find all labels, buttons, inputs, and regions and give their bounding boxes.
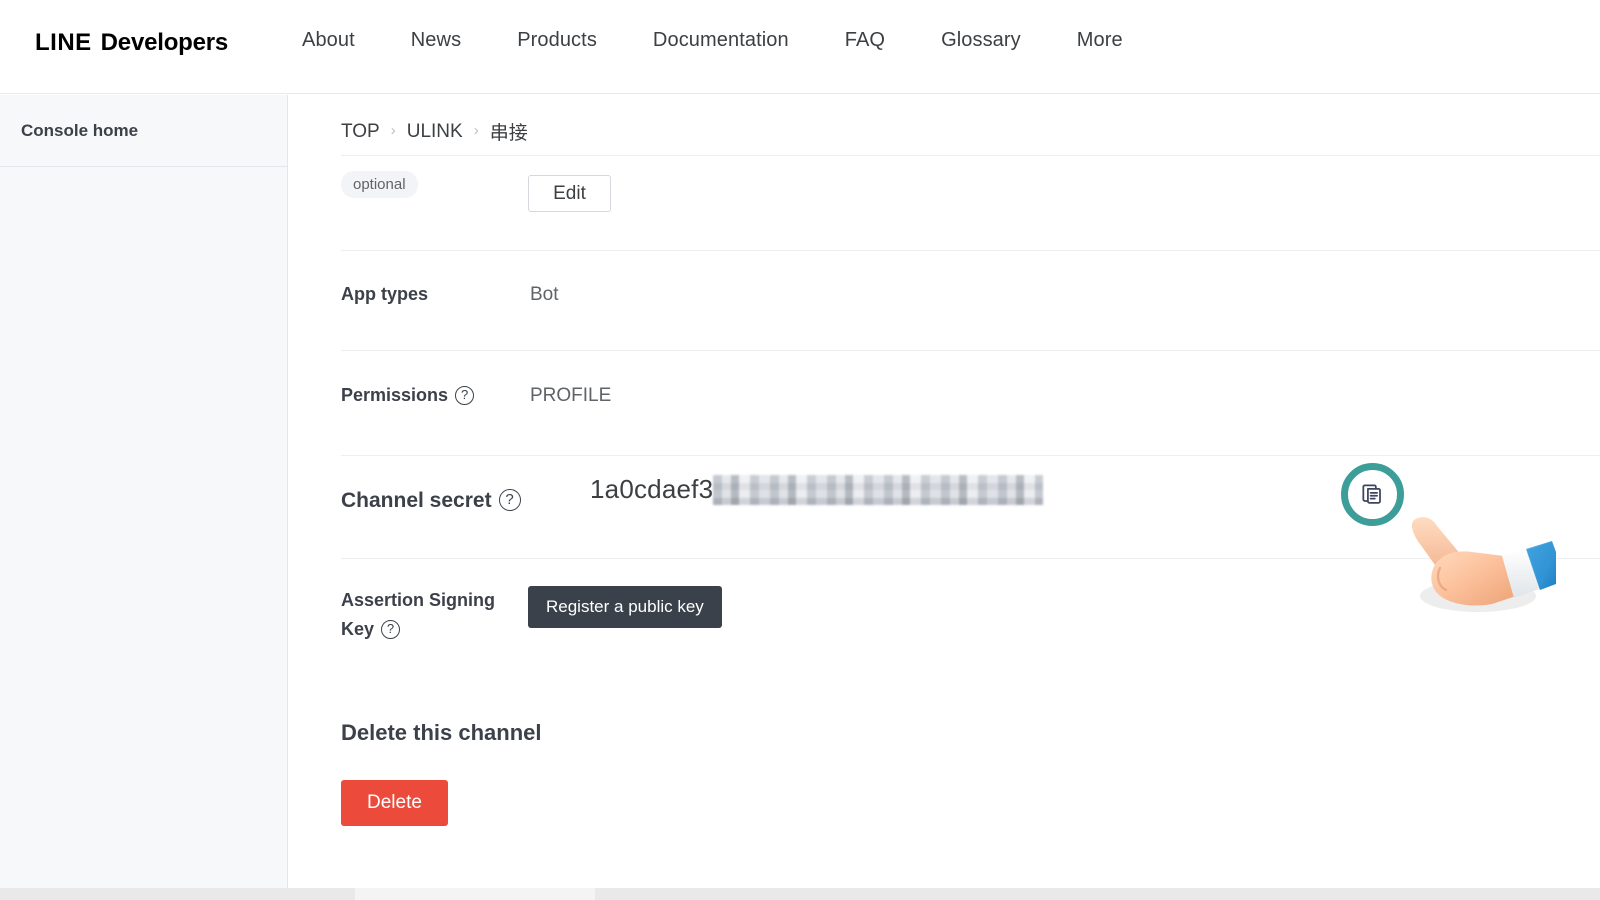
main-content: TOP › ULINK › 串接 optional Edit App types… [289, 95, 1600, 888]
brand-developers-text: Developers [100, 29, 229, 56]
nav-item-documentation[interactable]: Documentation [653, 29, 789, 52]
question-mark-circle-icon[interactable]: ? [498, 489, 521, 512]
channel-secret-label-text: Channel secret [341, 489, 492, 512]
nav-item-about[interactable]: About [302, 29, 355, 52]
permissions-label: Permissions? [341, 381, 526, 409]
breadcrumb-item-current: 串接 [489, 123, 528, 144]
edit-button[interactable]: Edit [528, 175, 611, 212]
pointing-hand-cursor-icon [1406, 512, 1556, 617]
divider [341, 455, 1600, 456]
breadcrumb-item-ulink[interactable]: ULINK [407, 121, 463, 143]
nav-item-news[interactable]: News [411, 29, 461, 52]
app-types-label: App types [341, 284, 429, 304]
brand-line-text: LINE [35, 29, 92, 56]
site-header: LINE Developers About News Products Docum… [0, 0, 1600, 94]
permissions-value: PROFILE [530, 385, 612, 406]
horizontal-scrollbar-track[interactable] [0, 888, 1600, 900]
channel-secret-redacted-mask [713, 474, 1044, 505]
question-mark-circle-icon[interactable]: ? [455, 385, 475, 405]
chevron-right-icon: › [473, 122, 479, 139]
sidebar-item-console-home[interactable]: Console home [0, 95, 287, 167]
nav-item-products[interactable]: Products [517, 29, 597, 52]
breadcrumb: TOP › ULINK › 串接 [341, 118, 528, 145]
divider [341, 155, 1600, 156]
sidebar-item-label: Console home [21, 120, 139, 140]
channel-secret-visible-text: 1a0cdaef3 [590, 474, 714, 504]
status-badge-optional: optional [341, 171, 418, 198]
assertion-signing-key-label: Assertion Signing Key? [341, 586, 521, 644]
copy-channel-secret-button[interactable] [1341, 463, 1404, 526]
divider [341, 350, 1600, 351]
app-types-value: Bot [530, 284, 559, 305]
breadcrumb-item-top[interactable]: TOP [341, 121, 380, 143]
sidebar: Console home [0, 95, 288, 888]
question-mark-circle-icon[interactable]: ? [381, 619, 401, 639]
divider [341, 250, 1600, 251]
register-public-key-button[interactable]: Register a public key [528, 586, 722, 628]
assertion-key-label-line2: Key [341, 619, 375, 639]
divider [341, 558, 1600, 559]
nav-item-more[interactable]: More [1077, 29, 1123, 52]
delete-section-title: Delete this channel [341, 720, 542, 745]
horizontal-scrollbar-thumb[interactable] [355, 888, 595, 900]
main-nav: About News Products Documentation FAQ Gl… [302, 29, 1123, 52]
channel-secret-value: 1a0cdaef3 [590, 474, 1044, 505]
chevron-right-icon: › [390, 122, 396, 139]
nav-item-glossary[interactable]: Glossary [941, 29, 1021, 52]
copy-icon [1360, 482, 1385, 507]
nav-item-faq[interactable]: FAQ [845, 29, 885, 52]
brand-logo[interactable]: LINE Developers [35, 29, 228, 57]
page-root: LINE Developers About News Products Docum… [0, 0, 1600, 900]
permissions-label-text: Permissions [341, 385, 449, 405]
delete-button[interactable]: Delete [341, 780, 448, 826]
channel-secret-label: Channel secret? [341, 487, 526, 515]
assertion-key-label-line1: Assertion Signing [341, 590, 496, 610]
